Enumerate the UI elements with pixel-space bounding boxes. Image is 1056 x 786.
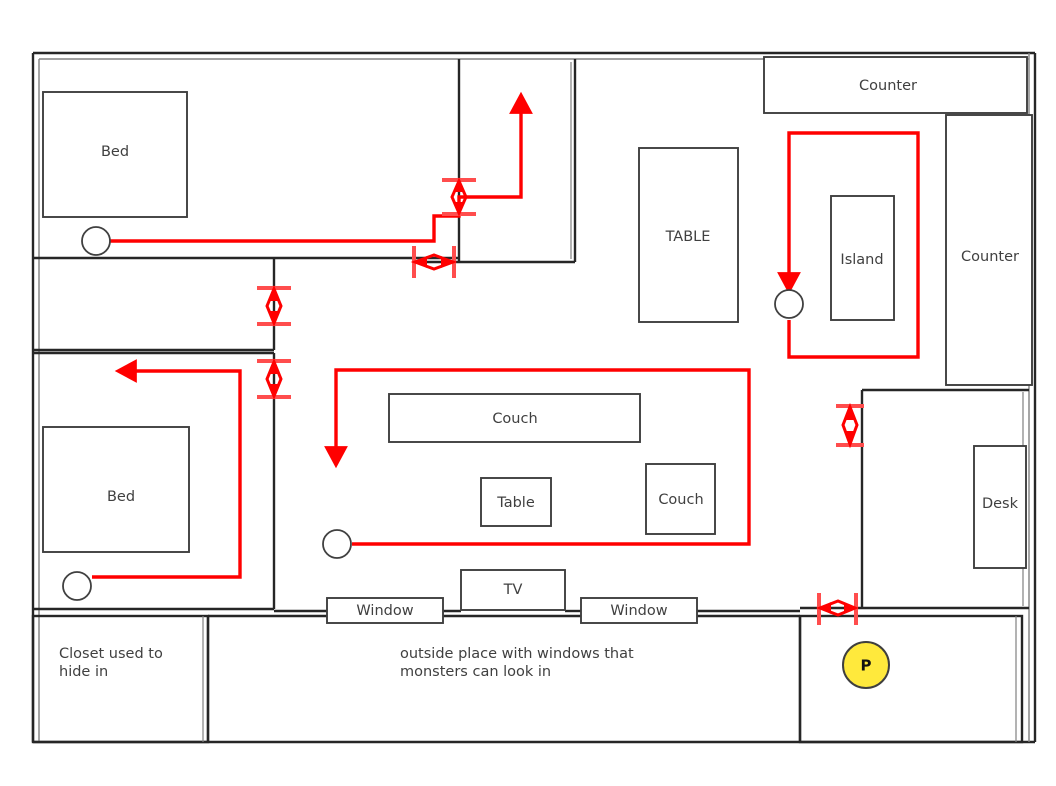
player-marker-label: P bbox=[861, 657, 872, 675]
closet-label-line1: Closet used to bbox=[59, 646, 163, 662]
counter-right-label: Counter bbox=[961, 249, 1019, 265]
dining-table-label: TABLE bbox=[665, 229, 711, 245]
tv-label: TV bbox=[503, 582, 523, 598]
bed-bottom-label: Bed bbox=[107, 489, 135, 505]
outside-label-line2: monsters can look in bbox=[400, 664, 551, 680]
couch-long-label: Couch bbox=[492, 411, 537, 427]
coffee-table-label: Table bbox=[496, 495, 535, 511]
player-room bbox=[798, 614, 1024, 744]
door-office-top bbox=[836, 402, 864, 449]
furniture-group: Bed Bed Counter Counter Island TABLE Cou… bbox=[42, 56, 1033, 624]
room-labels-group: Closet used to hide in outside place wit… bbox=[59, 646, 634, 680]
window-left-label: Window bbox=[356, 603, 413, 619]
pivot-bedroom-bottom[interactable] bbox=[62, 571, 92, 601]
couch-small-label: Couch bbox=[658, 492, 703, 508]
outside-label-line1: outside place with windows that bbox=[400, 646, 634, 662]
counter-top-label: Counter bbox=[859, 78, 917, 94]
player-marker[interactable]: P bbox=[842, 641, 890, 689]
floor-plan-svg: Bed Bed Counter Counter Island TABLE Cou… bbox=[31, 51, 1037, 744]
island-label: Island bbox=[840, 252, 883, 268]
closet-label-line2: hide in bbox=[59, 664, 108, 680]
floor-plan-canvas: Bed Bed Counter Counter Island TABLE Cou… bbox=[0, 0, 1056, 786]
desk-label: Desk bbox=[982, 496, 1019, 512]
pivot-kitchen[interactable] bbox=[774, 289, 804, 319]
pivot-bedroom-top[interactable] bbox=[81, 226, 111, 256]
bed-top-label: Bed bbox=[101, 144, 129, 160]
pivot-living-room[interactable] bbox=[322, 529, 352, 559]
window-right-label: Window bbox=[610, 603, 667, 619]
